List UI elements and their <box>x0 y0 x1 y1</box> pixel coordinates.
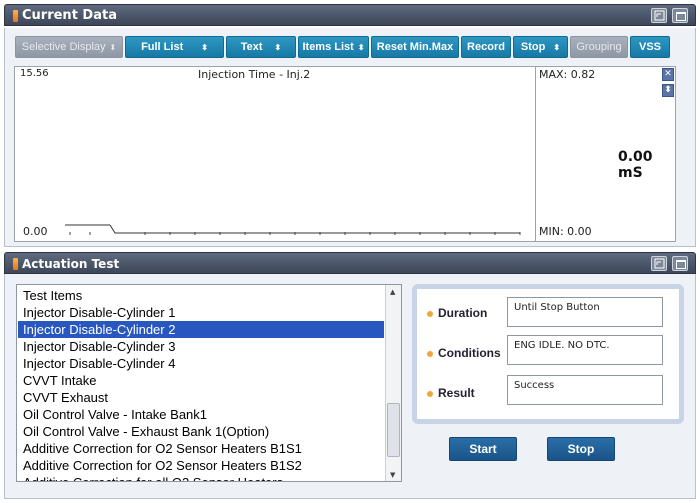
result-label: Result <box>427 386 475 400</box>
injection-time-graph: 15.56 Injection Time - Inj.2 MAX: 0.82 M… <box>14 66 676 242</box>
list-item[interactable]: Oil Control Valve - Exhaust Bank 1(Optio… <box>18 423 384 440</box>
list-item[interactable]: CVVT Exhaust <box>18 389 384 406</box>
graph-divider <box>535 67 536 241</box>
grouping-button[interactable]: Grouping <box>570 36 628 58</box>
result-label-text: Result <box>438 386 475 400</box>
actuation-test-title: Actuation Test <box>22 257 120 271</box>
list-item[interactable]: Additive Correction for O2 Sensor Heater… <box>18 457 384 474</box>
list-item[interactable]: Additive Correction for O2 Sensor Heater… <box>18 440 384 457</box>
list-item[interactable]: Injector Disable-Cylinder 3 <box>18 338 384 355</box>
graph-min-label: MIN: 0.00 <box>539 225 592 238</box>
stop-button[interactable]: Stop <box>547 437 615 461</box>
vss-button[interactable]: VSS <box>630 36 670 58</box>
bullet-icon <box>427 350 433 357</box>
scroll-down-icon[interactable]: ▼ <box>390 471 395 479</box>
list-scrollbar[interactable]: ▲ ▼ <box>385 285 401 481</box>
test-items-header: Test Items <box>23 288 83 303</box>
list-item[interactable]: Oil Control Valve - Intake Bank1 <box>18 406 384 423</box>
conditions-value: ENG IDLE. NO DTC. <box>507 335 663 365</box>
retry-icon[interactable] <box>651 8 667 23</box>
maximize-icon[interactable] <box>672 8 688 23</box>
up-down-icon[interactable]: ⬍ <box>662 84 674 97</box>
stop-select-label: Stop <box>520 41 546 53</box>
result-value: Success <box>507 375 663 405</box>
panel-flag-icon <box>13 258 18 270</box>
test-info-panel: Duration Until Stop Button Conditions EN… <box>412 284 684 424</box>
up-down-arrow-icon: ⬍ <box>553 43 561 52</box>
graph-current-value: 0.00 mS <box>618 149 653 181</box>
duration-value: Until Stop Button <box>507 297 663 327</box>
graph-trace <box>109 224 520 234</box>
graph-max-label: MAX: 0.82 <box>539 68 596 81</box>
bullet-icon <box>427 390 433 397</box>
duration-label-text: Duration <box>438 306 488 320</box>
current-data-title: Current Data <box>22 8 117 23</box>
full-list-label: Full List <box>141 41 184 53</box>
up-down-arrow-icon: ⬍ <box>109 43 117 52</box>
up-down-arrow-icon: ⬍ <box>357 43 365 52</box>
list-item[interactable]: Injector Disable-Cylinder 1 <box>18 304 384 321</box>
duration-label: Duration <box>427 306 487 320</box>
selective-display-button[interactable]: Selective Display ⬍ <box>15 36 123 58</box>
record-button[interactable]: Record <box>461 36 511 58</box>
list-item[interactable]: Injector Disable-Cylinder 2 <box>18 321 384 338</box>
actuation-test-titlebar: Actuation Test <box>4 252 696 274</box>
selective-display-label: Selective Display <box>21 41 106 53</box>
retry-icon[interactable] <box>651 256 667 271</box>
current-data-titlebar: Current Data <box>4 4 696 26</box>
items-list-button[interactable]: Items List ⬍ <box>298 36 369 58</box>
start-button[interactable]: Start <box>449 437 517 461</box>
list-item[interactable]: Additive Correction for all O2 Sensor He… <box>18 474 384 481</box>
test-items-list[interactable]: Test Items Injector Disable-Cylinder 1 In… <box>16 284 402 482</box>
text-label: Text <box>240 41 263 53</box>
list-item[interactable]: CVVT Intake <box>18 372 384 389</box>
panel-flag-icon <box>13 10 18 22</box>
up-down-arrow-icon: ⬍ <box>201 43 208 52</box>
list-item[interactable]: Injector Disable-Cylinder 4 <box>18 355 384 372</box>
reset-min-max-button[interactable]: Reset Min.Max <box>371 36 459 58</box>
scroll-up-icon[interactable]: ▲ <box>390 288 395 296</box>
conditions-label: Conditions <box>427 346 501 360</box>
bullet-icon <box>427 310 433 317</box>
up-down-arrow-icon: ⬍ <box>274 43 282 52</box>
maximize-icon[interactable] <box>672 256 688 271</box>
conditions-label-text: Conditions <box>438 346 501 360</box>
text-button[interactable]: Text ⬍ <box>226 36 296 58</box>
stop-select-button[interactable]: Stop ⬍ <box>513 36 568 58</box>
scroll-thumb[interactable] <box>387 403 400 457</box>
items-list-label: Items List <box>302 41 354 53</box>
full-list-button[interactable]: Full List ⬍ <box>125 36 224 58</box>
graph-plot <box>65 224 521 235</box>
close-icon[interactable]: ✕ <box>662 68 674 81</box>
